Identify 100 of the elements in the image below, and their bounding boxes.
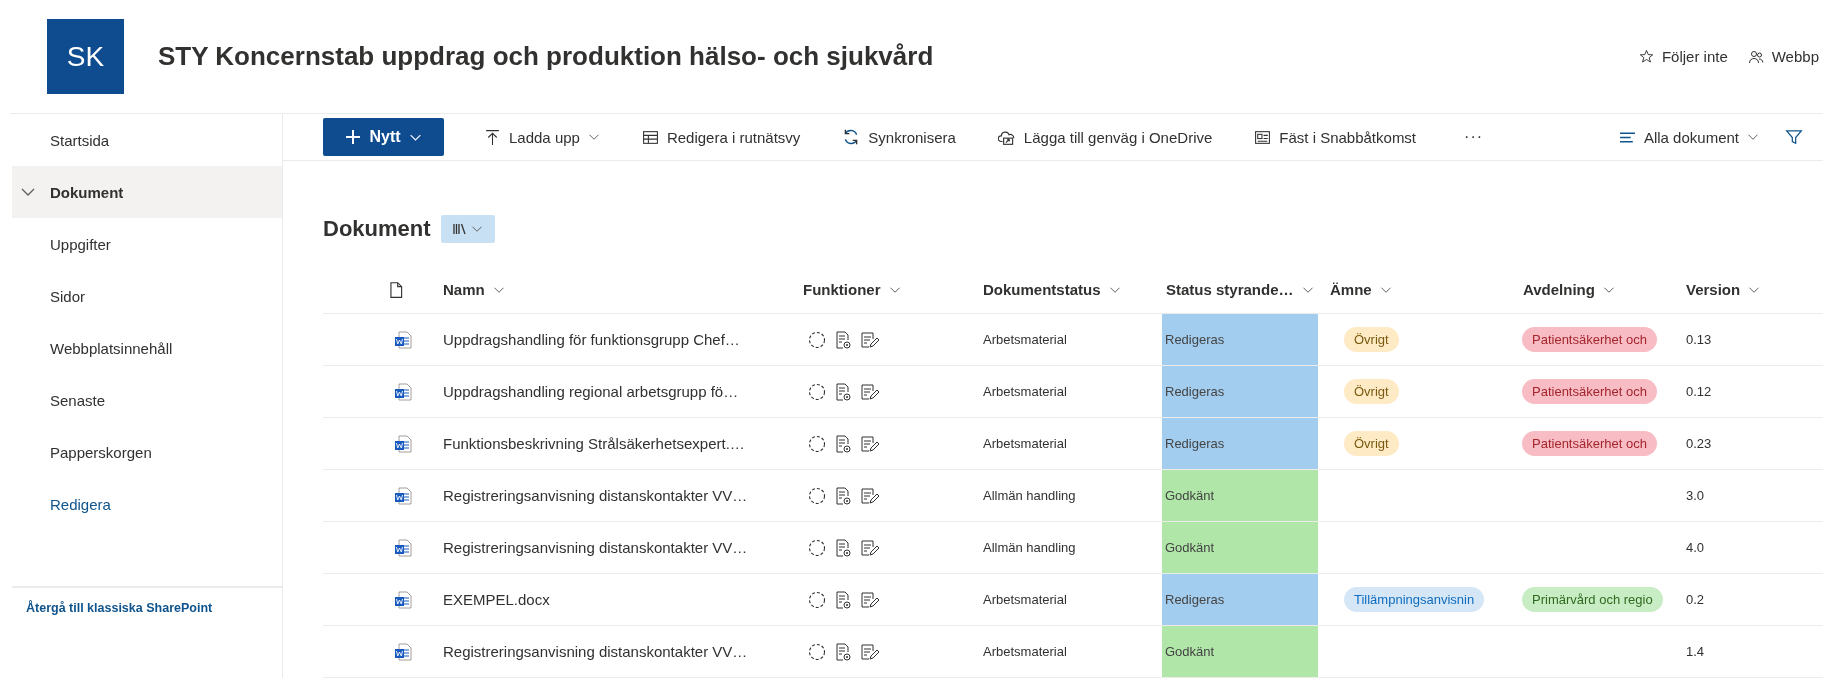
- table-cell: Arbetsmaterial: [983, 436, 1067, 451]
- tag: Patientsäkerhet och: [1522, 379, 1657, 404]
- dashed-circle-icon: [807, 537, 827, 558]
- library-icon: [452, 221, 469, 237]
- toolbar-button[interactable]: Ladda upp: [482, 124, 602, 150]
- pin-icon: [1254, 128, 1272, 146]
- file-icon: [387, 280, 405, 299]
- library-view-button[interactable]: [440, 215, 495, 243]
- status-cell: Redigeras: [1162, 366, 1318, 418]
- table-cell: 0.13: [1686, 332, 1712, 347]
- nav-item[interactable]: Sidor: [12, 270, 282, 322]
- toolbar-button[interactable]: Synkronisera: [840, 124, 958, 150]
- file-name-link[interactable]: Funktionsbeskrivning Strålsäkerhetsexpert.…: [443, 435, 745, 452]
- nav-item[interactable]: Uppgifter: [12, 218, 282, 270]
- table-cell: 0.23: [1686, 436, 1712, 451]
- table-cell: Arbetsmaterial: [983, 644, 1067, 659]
- word-document-icon: [393, 537, 413, 558]
- table-cell: 4.0: [1686, 540, 1705, 555]
- file-name-link[interactable]: Uppdragshandling regional arbetsgrupp fö…: [443, 383, 739, 400]
- table-cell: Arbetsmaterial: [983, 332, 1067, 347]
- filter-icon[interactable]: [1785, 128, 1803, 146]
- table-cell: Arbetsmaterial: [983, 384, 1067, 399]
- table-cell: 0.2: [1686, 592, 1705, 607]
- column-header[interactable]: Avdelning: [1523, 281, 1595, 298]
- table-cell: Arbetsmaterial: [983, 592, 1067, 607]
- view-selector[interactable]: Alla dokument: [1616, 124, 1761, 150]
- column-header[interactable]: Status styrande…: [1166, 281, 1294, 298]
- file-name-link[interactable]: Registreringsanvisning distanskontakter VV…: [443, 539, 748, 556]
- dashed-circle-icon: [807, 433, 827, 454]
- document-gear-icon: [833, 381, 853, 402]
- column-header[interactable]: Funktioner: [803, 281, 881, 298]
- document-gear-icon: [833, 641, 853, 662]
- word-document-icon: [393, 381, 413, 402]
- file-name-link[interactable]: Uppdragshandling för funktionsgrupp Chef…: [443, 331, 740, 348]
- tag: Patientsäkerhet och: [1522, 327, 1657, 352]
- plus-icon: [345, 129, 362, 145]
- classic-sharepoint-link[interactable]: Återgå till klassiska SharePoint: [26, 601, 213, 615]
- dashed-circle-icon: [807, 641, 827, 662]
- document-pencil-icon: [859, 485, 879, 506]
- table-cell: Allmän handling: [983, 540, 1076, 555]
- word-document-icon: [393, 641, 413, 662]
- document-gear-icon: [833, 433, 853, 454]
- status-cell: Redigeras: [1162, 418, 1318, 470]
- follow-button[interactable]: Följer inte: [1638, 48, 1728, 65]
- word-document-icon: [393, 485, 413, 506]
- word-document-icon: [393, 589, 413, 610]
- document-gear-icon: [833, 589, 853, 610]
- dashed-circle-icon: [807, 589, 827, 610]
- dashed-circle-icon: [807, 329, 827, 350]
- file-name-link[interactable]: Registreringsanvisning distanskontakter VV…: [443, 643, 748, 660]
- table-cell: 3.0: [1686, 488, 1705, 503]
- column-header[interactable]: Ämne: [1330, 281, 1372, 298]
- library-title: Dokument: [323, 216, 431, 242]
- dashed-circle-icon: [807, 381, 827, 402]
- table-cell: 0.12: [1686, 384, 1712, 399]
- nav-item[interactable]: Papperskorgen: [12, 426, 282, 478]
- nav-item[interactable]: Senaste: [12, 374, 282, 426]
- column-header[interactable]: Dokumentstatus: [983, 281, 1101, 298]
- tag: Primärvård och regio: [1522, 587, 1663, 612]
- column-header[interactable]: Namn: [443, 281, 485, 298]
- tag: Övrigt: [1344, 431, 1399, 456]
- document-pencil-icon: [859, 433, 879, 454]
- status-cell: Godkänt: [1162, 522, 1318, 574]
- column-header[interactable]: Version: [1686, 281, 1741, 298]
- grid-icon: [641, 128, 659, 146]
- edit-link[interactable]: Redigera: [12, 478, 282, 530]
- document-pencil-icon: [859, 381, 879, 402]
- site-logo[interactable]: SK: [47, 19, 124, 94]
- status-cell: Godkänt: [1162, 470, 1318, 522]
- status-cell: Godkänt: [1162, 626, 1318, 678]
- nav-item[interactable]: Startsida: [12, 114, 282, 166]
- status-cell: Redigeras: [1162, 314, 1318, 366]
- more-button[interactable]: ···: [1462, 124, 1486, 150]
- document-pencil-icon: [859, 537, 879, 558]
- upload-icon: [484, 128, 501, 146]
- new-button[interactable]: Nytt: [323, 118, 444, 156]
- word-document-icon: [393, 433, 413, 454]
- document-pencil-icon: [859, 329, 879, 350]
- document-gear-icon: [833, 537, 853, 558]
- tag: Tillämpningsanvisnin: [1344, 587, 1485, 612]
- tag: Övrigt: [1344, 379, 1399, 404]
- toolbar-button[interactable]: Fäst i Snabbåtkomst: [1252, 124, 1419, 150]
- people-icon: [1747, 48, 1764, 65]
- star-icon: [1638, 49, 1654, 64]
- site-members-button[interactable]: Webbp: [1747, 48, 1819, 65]
- nav-item[interactable]: Webbplatsinnehåll: [12, 322, 282, 374]
- shortcut-icon: [997, 128, 1016, 146]
- dashed-circle-icon: [807, 485, 827, 506]
- tag: Övrigt: [1344, 327, 1399, 352]
- table-cell: Allmän handling: [983, 488, 1076, 503]
- document-gear-icon: [833, 329, 853, 350]
- file-name-link[interactable]: EXEMPEL.docx: [443, 591, 550, 608]
- document-gear-icon: [833, 485, 853, 506]
- tag: Patientsäkerhet och: [1522, 431, 1657, 456]
- document-pencil-icon: [859, 589, 879, 610]
- file-name-link[interactable]: Registreringsanvisning distanskontakter VV…: [443, 487, 748, 504]
- toolbar-button[interactable]: Redigera i rutnätsvy: [639, 124, 803, 150]
- toolbar-button[interactable]: Lägga till genväg i OneDrive: [995, 124, 1215, 150]
- nav-item[interactable]: Dokument: [12, 166, 282, 218]
- status-cell: Redigeras: [1162, 574, 1318, 626]
